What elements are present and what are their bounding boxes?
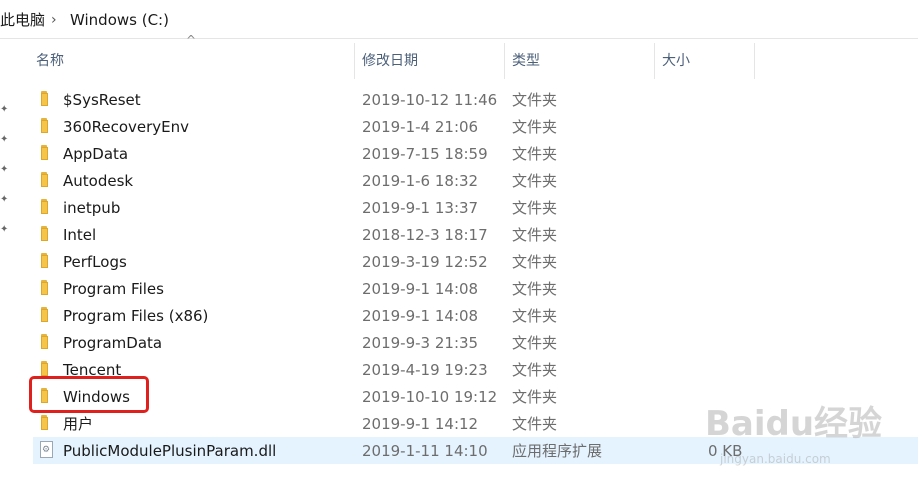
file-name: inetpub <box>63 199 121 217</box>
watermark: Baidu经验 jingyan.baidu.com <box>700 400 900 470</box>
file-list-row[interactable]: PerfLogs 2019-3-19 12:52 文件夹 <box>33 248 918 275</box>
folder-icon <box>39 198 55 216</box>
file-type: 文件夹 <box>512 307 558 325</box>
file-type: 文件夹 <box>512 280 558 298</box>
file-modified-date: 2019-10-10 19:12 <box>362 388 498 406</box>
pin-icon[interactable]: ✦ <box>0 225 8 235</box>
file-type: 文件夹 <box>512 253 558 271</box>
file-name: 用户 <box>63 415 94 433</box>
file-modified-date: 2019-1-11 14:10 <box>362 442 488 460</box>
file-list-row[interactable]: Tencent 2019-4-19 19:23 文件夹 <box>33 356 918 383</box>
file-modified-date: 2019-1-4 21:06 <box>362 118 479 136</box>
file-list-row[interactable]: Intel 2018-12-3 18:17 文件夹 <box>33 221 918 248</box>
watermark-url: jingyan.baidu.com <box>720 452 831 466</box>
file-list-row[interactable]: Program Files (x86) 2019-9-1 14:08 文件夹 <box>33 302 918 329</box>
pin-icon[interactable]: ✦ <box>0 105 8 115</box>
file-name: 360RecoveryEnv <box>63 118 190 136</box>
pin-icon[interactable]: ✦ <box>0 165 8 175</box>
file-list-row[interactable]: ProgramData 2019-9-3 21:35 文件夹 <box>33 329 918 356</box>
file-name: ProgramData <box>63 334 163 352</box>
file-name: Program Files (x86) <box>63 307 209 325</box>
folder-icon <box>39 90 55 108</box>
watermark-brand: Baidu经验 <box>705 404 883 444</box>
file-type: 应用程序扩展 <box>512 442 603 460</box>
file-type: 文件夹 <box>512 172 558 190</box>
file-list-row[interactable]: $SysReset 2019-10-12 11:46 文件夹 <box>33 86 918 113</box>
breadcrumb-this-pc[interactable]: 此电脑 <box>0 11 45 29</box>
pin-icon[interactable]: ✦ <box>0 135 8 145</box>
file-modified-date: 2019-9-1 13:37 <box>362 199 479 217</box>
column-header-modified[interactable]: 修改日期 <box>354 39 504 79</box>
file-modified-date: 2019-3-19 12:52 <box>362 253 488 271</box>
file-modified-date: 2019-9-1 14:08 <box>362 280 479 298</box>
file-list-row[interactable]: Program Files 2019-9-1 14:08 文件夹 <box>33 275 918 302</box>
navigation-pane: ✦ ✦ ✦ ✦ ✦ <box>0 39 20 491</box>
file-name: PerfLogs <box>63 253 127 271</box>
file-list-row[interactable]: AppData 2019-7-15 18:59 文件夹 <box>33 140 918 167</box>
file-modified-date: 2019-9-1 14:12 <box>362 415 479 433</box>
file-modified-date: 2018-12-3 18:17 <box>362 226 488 244</box>
file-name: Autodesk <box>63 172 134 190</box>
file-list-row[interactable]: Autodesk 2019-1-6 18:32 文件夹 <box>33 167 918 194</box>
file-name: PublicModulePlusinParam.dll <box>63 442 277 460</box>
folder-icon <box>39 171 55 189</box>
file-type: 文件夹 <box>512 118 558 136</box>
breadcrumb: 此电脑 › Windows (C:) <box>0 0 918 39</box>
folder-icon <box>39 144 55 162</box>
folder-icon <box>39 117 55 135</box>
file-modified-date: 2019-7-15 18:59 <box>362 145 488 163</box>
folder-icon <box>39 414 55 432</box>
folder-icon <box>39 306 55 324</box>
folder-icon <box>39 279 55 297</box>
file-modified-date: 2019-10-12 11:46 <box>362 91 498 109</box>
file-type: 文件夹 <box>512 334 558 352</box>
file-type: 文件夹 <box>512 361 558 379</box>
pin-icon[interactable]: ✦ <box>0 195 8 205</box>
file-type: 文件夹 <box>512 415 558 433</box>
file-modified-date: 2019-9-3 21:35 <box>362 334 479 352</box>
column-divider[interactable] <box>754 43 755 79</box>
file-name: Intel <box>63 226 97 244</box>
breadcrumb-chevron-icon[interactable]: › <box>51 11 57 29</box>
column-header-type[interactable]: 类型 <box>504 39 654 79</box>
file-type: 文件夹 <box>512 91 558 109</box>
file-name: Program Files <box>63 280 164 298</box>
highlight-annotation <box>29 376 149 413</box>
file-modified-date: 2019-9-1 14:08 <box>362 307 479 325</box>
file-type: 文件夹 <box>512 226 558 244</box>
file-type: 文件夹 <box>512 388 558 406</box>
file-type: 文件夹 <box>512 145 558 163</box>
folder-icon <box>39 252 55 270</box>
file-list-row[interactable]: 360RecoveryEnv 2019-1-4 21:06 文件夹 <box>33 113 918 140</box>
file-name: AppData <box>63 145 129 163</box>
file-modified-date: 2019-4-19 19:23 <box>362 361 488 379</box>
folder-icon <box>39 333 55 351</box>
column-header-row: ^ 名称 修改日期 类型 大小 <box>20 33 918 79</box>
breadcrumb-current-drive[interactable]: Windows (C:) <box>70 11 169 29</box>
column-header-size[interactable]: 大小 <box>654 39 754 79</box>
file-type: 文件夹 <box>512 199 558 217</box>
file-list-row[interactable]: inetpub 2019-9-1 13:37 文件夹 <box>33 194 918 221</box>
column-header-name[interactable]: 名称 <box>28 39 354 79</box>
dll-file-icon: ⚙ <box>40 441 53 458</box>
file-name: $SysReset <box>63 91 141 109</box>
file-modified-date: 2019-1-6 18:32 <box>362 172 479 190</box>
folder-icon <box>39 225 55 243</box>
